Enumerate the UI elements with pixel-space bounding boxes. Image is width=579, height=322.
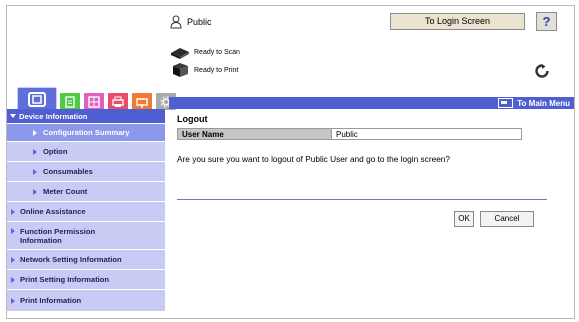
to-main-menu-label: To Main Menu — [517, 98, 570, 108]
user-indicator: Public — [169, 13, 212, 31]
print-status-text: Ready to Print — [194, 66, 239, 74]
sidebar-item-function-permission-information[interactable]: Function Permission Information — [7, 222, 165, 250]
to-login-screen-button[interactable]: To Login Screen — [390, 13, 525, 30]
refresh-icon[interactable] — [535, 64, 549, 78]
sidebar-item-consumables[interactable]: Consumables — [7, 162, 165, 182]
arrow-icon — [11, 228, 15, 234]
sidebar-item-label: Option — [43, 147, 68, 156]
sidebar-item-online-assistance[interactable]: Online Assistance — [7, 202, 165, 222]
arrow-icon — [11, 276, 15, 283]
sidebar-item-print-information[interactable]: Print Information — [7, 290, 165, 312]
ok-button[interactable]: OK — [454, 211, 474, 227]
print-status: Ready to Print — [169, 62, 238, 78]
sidebar-item-device-information[interactable]: Device Information — [7, 109, 165, 124]
expanded-arrow-icon — [10, 114, 16, 118]
arrow-icon — [11, 208, 15, 215]
job-icon — [88, 95, 100, 108]
help-button[interactable]: ? — [536, 12, 557, 31]
user-name: Public — [187, 17, 212, 27]
tab-device-information[interactable] — [17, 87, 57, 111]
sidebar-item-print-setting-information[interactable]: Print Setting Information — [7, 270, 165, 290]
scan-status-text: Ready to Scan — [194, 48, 240, 56]
main-menu-icon — [498, 98, 514, 108]
user-icon — [170, 15, 182, 29]
logout-confirmation-text: Are you sure you want to logout of Publi… — [177, 154, 451, 164]
navigation-bar: To Main Menu — [169, 97, 574, 109]
sidebar-item-option[interactable]: Option — [7, 142, 165, 162]
printer-icon — [173, 63, 188, 77]
scanner-icon — [171, 48, 189, 59]
sidebar-item-label: Print Setting Information — [20, 275, 110, 284]
table-row: User Name Public — [177, 128, 522, 140]
sidebar-item-label: Print Information — [20, 296, 82, 305]
user-name-value: Public — [331, 128, 522, 140]
sidebar-item-label: Function Permission Information — [20, 226, 96, 245]
arrow-icon — [33, 188, 37, 195]
user-info-table: User Name Public — [177, 128, 522, 140]
sidebar-item-label: Consumables — [43, 167, 93, 176]
divider — [177, 199, 547, 200]
sidebar: Device Information Configuration Summary… — [7, 109, 165, 312]
arrow-icon — [33, 129, 37, 136]
arrow-icon — [11, 256, 15, 263]
arrow-icon — [33, 148, 37, 155]
function-tabs — [17, 87, 179, 111]
cancel-button[interactable]: Cancel — [480, 211, 534, 227]
sidebar-item-label: Network Setting Information — [20, 255, 122, 264]
sidebar-item-label: Configuration Summary — [43, 128, 130, 137]
logout-panel: Logout User Name Public Are you sure you… — [177, 114, 557, 227]
sidebar-item-configuration-summary[interactable]: Configuration Summary — [7, 124, 165, 142]
scan-status: Ready to Scan — [169, 44, 240, 60]
sidebar-item-label: Meter Count — [43, 187, 88, 196]
arrow-icon — [11, 297, 15, 304]
arrow-icon — [33, 168, 37, 175]
sidebar-item-network-setting-information[interactable]: Network Setting Information — [7, 250, 165, 270]
print-icon — [112, 96, 124, 107]
sidebar-item-label: Online Assistance — [20, 207, 86, 216]
fax-icon — [136, 97, 148, 108]
to-main-menu-link[interactable]: To Main Menu — [498, 97, 570, 109]
sidebar-item-label: Device Information — [19, 111, 88, 121]
page-title: Logout — [177, 114, 208, 124]
sidebar-item-meter-count[interactable]: Meter Count — [7, 182, 165, 202]
web-connection-window: Public To Login Screen ? Ready to Scan R… — [6, 5, 575, 319]
device-information-icon — [28, 91, 46, 107]
user-name-label: User Name — [177, 128, 332, 140]
document-box-icon — [65, 95, 75, 108]
